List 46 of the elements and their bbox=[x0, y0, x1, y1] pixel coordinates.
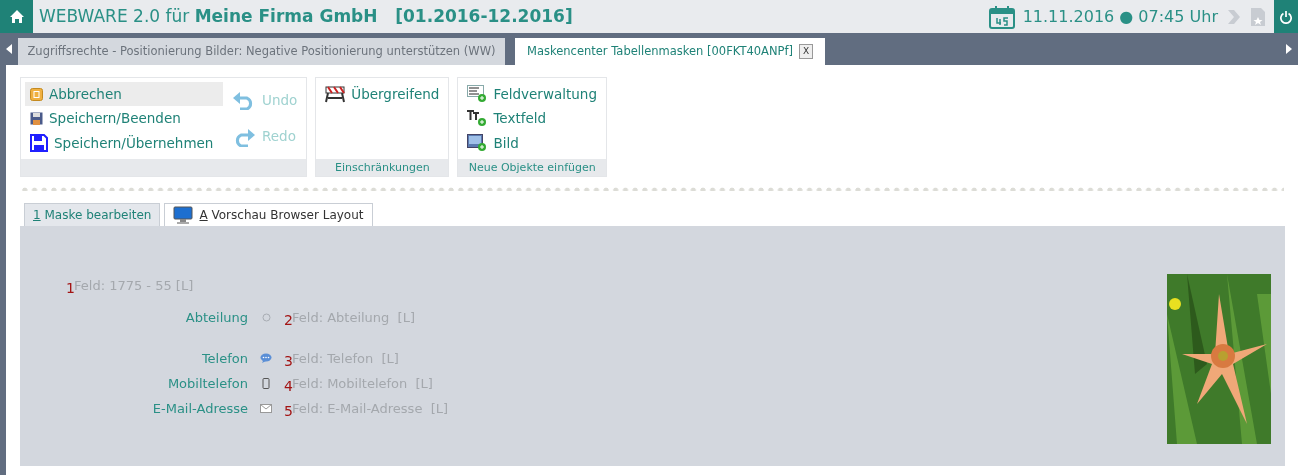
home-button[interactable] bbox=[0, 0, 33, 33]
field-label: Mobiltelefon bbox=[166, 374, 248, 393]
power-icon bbox=[1280, 9, 1292, 24]
form-tab[interactable]: A Vorschau Browser Layout bbox=[164, 202, 373, 226]
ribbon-button[interactable]: Speichern/Beenden bbox=[25, 106, 223, 131]
save-icon bbox=[30, 111, 43, 125]
circle-icon bbox=[261, 312, 271, 322]
field-label: Telefon bbox=[200, 349, 248, 368]
ribbon-button[interactable]: Speichern/Übernehmen bbox=[25, 130, 223, 155]
image-add-icon bbox=[467, 133, 488, 152]
ribbon-button[interactable]: Bild bbox=[462, 130, 602, 155]
field-number: 4 bbox=[284, 376, 292, 396]
scroll-left-icon bbox=[6, 44, 12, 54]
field-number: 5 bbox=[284, 401, 292, 421]
form-tab[interactable]: 1 Maske bearbeiten bbox=[24, 202, 161, 226]
power-button[interactable] bbox=[1274, 0, 1298, 33]
ribbon-button[interactable]: Textfeld bbox=[462, 106, 602, 131]
ribbon-button[interactable]: Übergreifend bbox=[320, 82, 445, 107]
scroll-right-icon bbox=[1286, 44, 1292, 54]
field-number: 2 bbox=[284, 310, 292, 330]
ribbon-button[interactable]: Feldverwaltung bbox=[462, 82, 602, 107]
document-tab[interactable]: Maskencenter Tabellenmasken [00FKT40ANPf] X bbox=[515, 38, 826, 65]
bookmark-icon bbox=[1250, 6, 1266, 27]
group-caption: Einschränkungen bbox=[316, 158, 449, 176]
envelope-icon bbox=[260, 403, 272, 413]
mobile-phone-icon bbox=[262, 377, 270, 389]
field-number: 3 bbox=[284, 351, 292, 371]
text-icon bbox=[467, 109, 488, 128]
chat-icon bbox=[260, 353, 272, 364]
ribbon-button[interactable]: Abbrechen bbox=[25, 82, 223, 107]
home-icon bbox=[8, 9, 25, 24]
arrow-icon bbox=[1226, 7, 1242, 26]
field-number: 1 bbox=[66, 278, 74, 298]
app-title: WEBWARE 2.0 für Meine Firma GmbH [01.2016-12.2016] bbox=[39, 4, 573, 28]
variable-icon bbox=[467, 85, 488, 104]
date-time: 11.11.2016 ● 07:45 Uhr bbox=[1022, 5, 1218, 28]
document-tab[interactable]: Zugriffsrechte - Positionierung Bilder: Negative Positionierung unterstützen (WW) bbox=[18, 38, 505, 65]
group-caption: Neue Objekte einfügen bbox=[458, 158, 606, 176]
calendar-icon bbox=[988, 4, 1015, 29]
field-label: E-Mail-Adresse bbox=[151, 399, 248, 418]
monitor-icon bbox=[173, 205, 194, 224]
barrier-icon bbox=[325, 85, 346, 104]
save-icon bbox=[30, 133, 48, 152]
field-label: Abteilung bbox=[184, 308, 248, 327]
close-tab-button[interactable]: X bbox=[799, 43, 814, 60]
cancel-icon bbox=[30, 87, 43, 101]
